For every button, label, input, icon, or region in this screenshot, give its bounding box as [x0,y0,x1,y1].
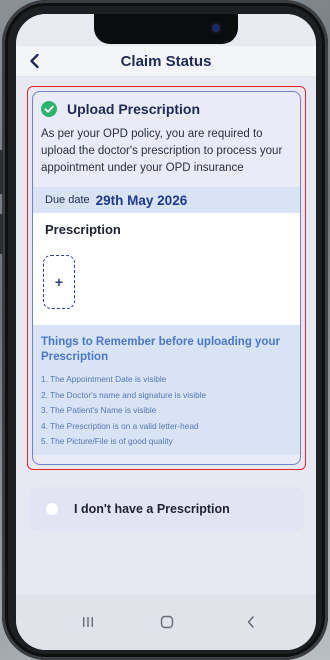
no-prescription-label: I don't have a Prescription [74,502,230,516]
chevron-left-icon[interactable] [26,52,44,70]
recent-apps-icon [83,617,93,627]
back-icon [247,616,254,628]
system-nav-bar [16,594,316,650]
notch [94,14,238,44]
top-bar: Claim Status [16,46,316,77]
due-date-label: Due date [45,194,90,206]
radio-button[interactable] [46,503,58,515]
home-icon [160,615,174,629]
phone-frame: Claim Status Upload Prescription As per … [0,0,328,660]
checklist-item: 3. The Patient's Name is visible [41,405,157,415]
prescription-heading: Prescription [45,222,121,237]
card-header: Upload Prescription [33,92,300,117]
no-prescription-option[interactable]: I don't have a Prescription [30,487,304,531]
card-title: Upload Prescription [67,101,201,117]
home-button[interactable] [153,610,181,634]
status-bar [16,14,316,46]
checklist-item: 4. The Prescription is on a valid letter… [41,420,199,431]
checklist-item: 2. The Doctor's name and signature is vi… [41,389,207,400]
things-title: Things to Remember before uploading your… [41,336,280,363]
back-button[interactable] [237,610,265,634]
checklist-item: 5. The Picture/File is of good quality [41,436,173,446]
main-content: Upload Prescription As per your OPD poli… [16,77,316,594]
upload-prescription-button[interactable]: + [43,255,75,309]
front-camera [212,24,220,32]
page-title: Claim Status [120,52,212,70]
upload-prescription-card: Upload Prescription As per your OPD poli… [32,91,301,465]
due-date-row: Due date 29th May 2026 [33,187,300,213]
volume-button [0,150,3,194]
checklist: 1. The Appointment Date is visible 2. Th… [41,372,290,450]
due-date-value: 29th May 2026 [95,192,188,208]
prescription-section: Prescription + [33,213,300,325]
plus-icon: + [54,274,64,290]
things-to-remember: Things to Remember before uploading your… [33,325,300,455]
policy-description: As per your OPD policy, you are required… [41,128,283,174]
power-button [0,214,3,254]
screen: Claim Status Upload Prescription As per … [16,14,316,650]
check-circle-icon [41,101,57,117]
checklist-item: 1. The Appointment Date is visible [41,374,167,384]
highlight-frame: Upload Prescription As per your OPD poli… [27,86,306,470]
recent-apps-button[interactable] [74,610,102,634]
